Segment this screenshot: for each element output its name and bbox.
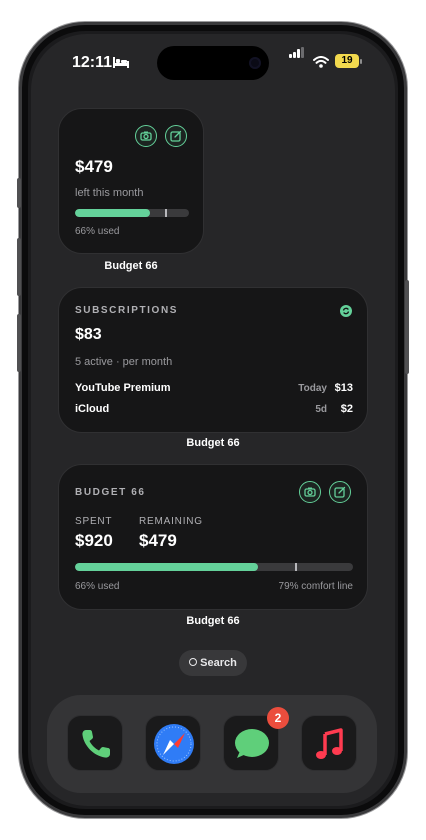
spent-value: $920 — [75, 531, 113, 550]
subscription-due: 5d — [315, 404, 327, 415]
subscriptions-total: $83 — [75, 326, 102, 343]
edit-icon — [170, 130, 182, 142]
subscription-name: YouTube Premium — [75, 382, 171, 394]
comfort-line-label: 79% comfort line — [278, 581, 353, 592]
remaining-value: $479 — [139, 531, 177, 550]
search-icon — [189, 658, 198, 666]
wifi-icon — [313, 56, 329, 68]
budget-large-widget[interactable]: BUDGET 66 SPENT REMAINING $920 $479 66% … — [58, 464, 368, 610]
remaining-label: REMAINING — [139, 516, 203, 527]
widget-label: Budget 66 — [104, 260, 158, 272]
search-button[interactable]: Search — [179, 650, 247, 676]
phone-icon — [82, 730, 110, 758]
comfort-marker — [294, 563, 297, 571]
comfort-marker — [165, 209, 168, 217]
budget-title: BUDGET 66 — [75, 487, 146, 498]
action-button — [17, 178, 21, 208]
refresh-icon[interactable] — [340, 305, 352, 317]
camera-button[interactable] — [299, 481, 321, 503]
camera-icon — [140, 131, 152, 141]
subscription-amount: $13 — [334, 382, 353, 394]
edit-button[interactable] — [329, 481, 351, 503]
subscriptions-title: SUBSCRIPTIONS — [75, 305, 179, 316]
battery-tip — [360, 59, 362, 64]
used-percent: 66% used — [75, 226, 120, 237]
progress-fill — [75, 563, 259, 571]
edit-button[interactable] — [165, 125, 187, 147]
spent-label: SPENT — [75, 516, 113, 527]
subscriptions-caption: 5 active · per month — [75, 356, 173, 368]
power-button — [405, 280, 409, 374]
remaining-caption: left this month — [75, 187, 144, 199]
music-app[interactable] — [301, 715, 357, 771]
messages-icon — [235, 729, 269, 758]
budget-progress-bar — [75, 563, 353, 571]
subscriptions-widget[interactable]: SUBSCRIPTIONS $83 5 active · per month Y… — [58, 287, 368, 433]
subscription-amount: $2 — [340, 403, 353, 415]
camera-icon — [304, 487, 316, 497]
budget-progress-bar — [75, 209, 189, 217]
phone-app[interactable] — [67, 715, 123, 771]
dock — [47, 695, 377, 793]
progress-fill — [75, 209, 151, 217]
status-time: 12:11 — [72, 54, 113, 71]
widget-label: Budget 66 — [186, 437, 240, 449]
search-label: Search — [200, 657, 237, 669]
edit-icon — [334, 486, 346, 498]
camera-button[interactable] — [135, 125, 157, 147]
music-icon — [316, 728, 343, 759]
bed-icon — [113, 57, 129, 68]
battery-icon: 19 — [335, 54, 359, 68]
home-screen: 12:11 19 $479 left this month 66% used B… — [31, 34, 395, 806]
front-camera — [249, 57, 261, 69]
safari-icon — [154, 724, 194, 764]
messages-badge: 2 — [267, 707, 289, 729]
subscription-name: iCloud — [75, 403, 110, 415]
budget-small-widget[interactable]: $479 left this month 66% used — [58, 108, 204, 254]
used-percent: 66% used — [75, 581, 120, 592]
remaining-amount: $479 — [75, 157, 113, 176]
subscription-due: Today — [298, 383, 327, 394]
volume-up-button — [17, 238, 21, 296]
widget-label: Budget 66 — [186, 615, 240, 627]
safari-app[interactable] — [145, 715, 201, 771]
volume-down-button — [17, 314, 21, 372]
